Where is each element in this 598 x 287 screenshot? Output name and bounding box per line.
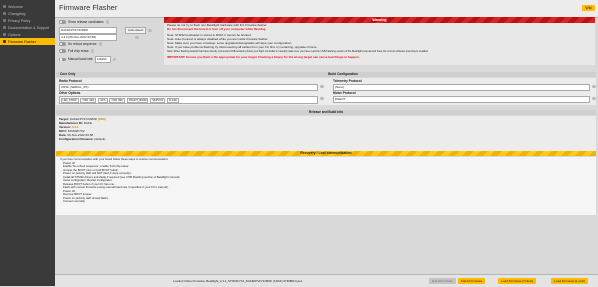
motor-protocol-label: Motor Protocol xyxy=(333,91,356,95)
radio-protocol-select[interactable]: CRSF (SERIAL_RX) xyxy=(59,84,318,91)
sidebar-item-label: Firmware Flasher xyxy=(8,39,36,44)
exit-dfu-button[interactable]: Exit DFU Mode xyxy=(429,277,456,284)
sidebar-item-label: Privacy Policy xyxy=(8,18,31,23)
warning-panel: Please do not try to flash non-Betafligh… xyxy=(164,23,595,65)
recovery-step: Connect normally. xyxy=(63,199,86,203)
help-icon[interactable] xyxy=(592,84,596,88)
release-candidates-row: Show release candidates xyxy=(59,20,110,24)
motor-protocol-select[interactable]: DSHOT xyxy=(333,96,590,103)
header: Firmware Flasher Wiki xyxy=(55,0,598,18)
release-candidates-label: Show release candidates xyxy=(68,20,104,24)
telemetry-label: Telemetry Protocol xyxy=(333,79,362,83)
radio-protocol-label: Radio Protocol xyxy=(59,79,82,83)
option-chip[interactable]: OSD (SD) xyxy=(109,97,126,103)
flash-firmware-button[interactable]: Flash Firmware xyxy=(458,277,486,284)
welcome-icon xyxy=(3,5,6,8)
full-chip-erase-toggle[interactable] xyxy=(59,49,66,53)
sidebar-item-documentation[interactable]: Documentation & Support xyxy=(0,24,55,31)
help-icon[interactable] xyxy=(90,49,95,53)
manual-baud-row: Manual baud rate 115200 xyxy=(59,56,117,63)
recovery-header: Recovery / Lost communication xyxy=(56,151,596,156)
config-label: Configuration Filename: xyxy=(59,137,94,141)
sidebar-item-label: Welcome xyxy=(8,4,23,9)
footer: Loaded Online Firmware: Betaflight_4.3.2… xyxy=(55,274,598,287)
load-online-button[interactable]: Load Firmware [Online] xyxy=(498,277,537,284)
sidebar-item-privacy[interactable]: Privacy Policy xyxy=(0,17,55,24)
help-icon[interactable] xyxy=(592,96,596,100)
release-info-panel: Target: DAKEFPVF722MINI [DKE] Manufactur… xyxy=(56,116,596,151)
manufacturer-value: DAKE xyxy=(83,121,92,125)
auto-detect-button[interactable]: Auto-detect xyxy=(125,27,147,34)
version-select[interactable]: 4.3.2 [06-Nov-2022 00:58] xyxy=(59,34,117,41)
warning-line: Note: When flashing boards that have dir… xyxy=(167,50,428,53)
sidebar-item-label: Options xyxy=(8,32,21,37)
board-select[interactable]: DAKEFPVF722MINI xyxy=(59,27,117,34)
version-row: 4.3.2 [06-Nov-2022 00:58] xyxy=(59,34,139,41)
privacy-icon xyxy=(3,19,6,22)
release-candidates-toggle[interactable] xyxy=(59,20,66,24)
option-chip[interactable]: FLASH xyxy=(166,97,180,103)
help-icon[interactable] xyxy=(148,28,152,32)
core-only-toggle-row: Core Only xyxy=(56,72,90,77)
warning-line: Do not disconnect the board or turn off … xyxy=(167,27,267,31)
warning-line: IMPORTANT: Ensure you flash a file appro… xyxy=(167,55,360,59)
options-icon xyxy=(3,33,6,36)
option-chip[interactable]: LED_STRIP xyxy=(60,97,79,103)
help-icon[interactable] xyxy=(98,42,103,46)
release-info-header: Release and Build info xyxy=(56,110,596,115)
flasher-icon xyxy=(3,40,6,43)
no-reboot-row: No reboot sequence xyxy=(59,42,103,46)
no-reboot-toggle[interactable] xyxy=(59,42,66,46)
sidebar-item-changelog[interactable]: Changelog xyxy=(0,10,55,17)
documentation-icon xyxy=(3,26,6,29)
option-chip[interactable]: SERVOS xyxy=(150,97,166,103)
full-erase-row: Full chip erase xyxy=(59,49,95,53)
page-title: Firmware Flasher xyxy=(59,3,118,12)
load-local-button[interactable]: Load Firmware [Local] xyxy=(551,277,588,284)
sidebar-item-firmware-flasher[interactable]: Firmware Flasher xyxy=(0,38,55,45)
no-reboot-label: No reboot sequence xyxy=(68,42,97,46)
build-config-header: Build Configuration xyxy=(90,72,596,77)
status-text: Loaded Online Firmware: Betaflight_4.3.2… xyxy=(173,279,303,283)
manual-baud-label: Manual baud rate xyxy=(68,57,93,62)
sidebar-item-welcome[interactable]: Welcome xyxy=(0,3,55,10)
manual-baud-toggle[interactable] xyxy=(59,57,66,61)
baud-select[interactable]: 115200 xyxy=(94,56,111,63)
core-only-label[interactable]: Core Only xyxy=(60,72,75,76)
recovery-step: Flash with correct firmware (using manua… xyxy=(63,185,169,189)
help-icon[interactable] xyxy=(105,20,110,24)
other-options-label: Other Options xyxy=(59,91,81,95)
sidebar-item-label: Documentation & Support xyxy=(8,25,50,30)
full-chip-erase-label: Full chip erase xyxy=(68,49,89,53)
sidebar-item-label: Changelog xyxy=(8,11,26,16)
help-icon[interactable] xyxy=(320,84,324,88)
wiki-button[interactable]: Wiki xyxy=(582,5,595,11)
config-value: (default) xyxy=(94,137,106,141)
board-row: DAKEFPVF722MINI Auto-detect xyxy=(59,27,152,34)
target-badge: [DKE] xyxy=(97,117,107,121)
recovery-intro: If you lose communication with your boar… xyxy=(60,157,169,161)
sidebar-item-options[interactable]: Options xyxy=(0,31,55,38)
help-icon[interactable] xyxy=(135,35,139,39)
help-icon[interactable] xyxy=(112,57,117,61)
build-config-panel: Radio Protocol CRSF (SERIAL_RX) Telemetr… xyxy=(56,78,596,105)
option-chip[interactable]: DSHOT_BIDIR xyxy=(127,97,149,103)
changelog-icon xyxy=(3,12,6,15)
option-chip[interactable]: GPS xyxy=(98,97,108,103)
other-options-multiselect[interactable]: LED_STRIP OSD (HD) GPS OSD (SD) DSHOT_BI… xyxy=(59,96,318,104)
flash-controls: Show release candidates DAKEFPVF722MINI … xyxy=(59,18,159,65)
recovery-panel: If you lose communication with your boar… xyxy=(56,157,596,215)
sidebar: Welcome Changelog Privacy Policy Documen… xyxy=(0,0,55,286)
help-icon[interactable] xyxy=(320,96,324,100)
telemetry-select[interactable]: [None] xyxy=(333,84,590,91)
option-chip[interactable]: OSD (HD) xyxy=(80,97,97,103)
